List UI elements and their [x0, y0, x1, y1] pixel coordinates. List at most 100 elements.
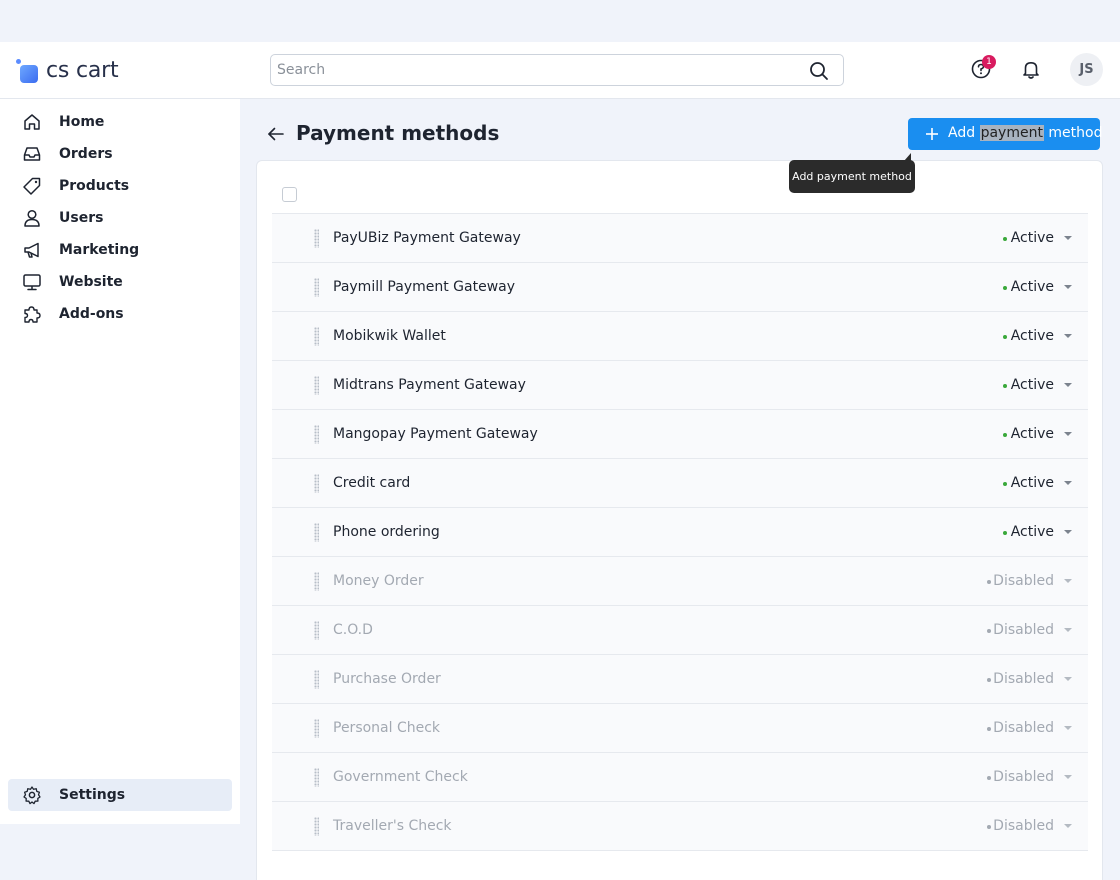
table-row[interactable]: Mangopay Payment Gateway Active: [272, 410, 1088, 459]
add-button-label: Add payment method: [948, 125, 1103, 141]
table-row[interactable]: Money Order Disabled: [272, 557, 1088, 606]
status-badge[interactable]: Disabled: [993, 720, 1054, 736]
monitor-icon: [23, 274, 41, 291]
tag-icon: [23, 177, 41, 195]
page-title: Payment methods: [296, 121, 500, 145]
drag-handle-icon[interactable]: [314, 817, 319, 836]
payment-method-name[interactable]: Purchase Order: [333, 671, 441, 687]
drag-handle-icon[interactable]: [314, 474, 319, 493]
table-row[interactable]: Traveller's Check Disabled: [272, 802, 1088, 851]
table-row[interactable]: C.O.D Disabled: [272, 606, 1088, 655]
chevron-down-icon[interactable]: [1064, 432, 1072, 436]
chevron-down-icon[interactable]: [1064, 824, 1072, 828]
plus-icon: [926, 128, 938, 140]
status-dot: [987, 825, 991, 829]
drag-handle-icon[interactable]: [314, 327, 319, 346]
table-row[interactable]: Paymill Payment Gateway Active: [272, 263, 1088, 312]
table-row[interactable]: Government Check Disabled: [272, 753, 1088, 802]
drag-handle-icon[interactable]: [314, 425, 319, 444]
payment-method-name[interactable]: Midtrans Payment Gateway: [333, 377, 526, 393]
table-row[interactable]: Credit card Active: [272, 459, 1088, 508]
status-badge[interactable]: Active: [1011, 524, 1054, 540]
back-arrow-icon[interactable]: [266, 125, 286, 143]
payment-method-name[interactable]: Mobikwik Wallet: [333, 328, 446, 344]
chevron-down-icon[interactable]: [1064, 285, 1072, 289]
logo[interactable]: cs cart: [16, 58, 119, 83]
chevron-down-icon[interactable]: [1064, 530, 1072, 534]
drag-handle-icon[interactable]: [314, 229, 319, 248]
payment-method-name[interactable]: Phone ordering: [333, 524, 440, 540]
payment-method-name[interactable]: Government Check: [333, 769, 468, 785]
sidebar-item-marketing[interactable]: Marketing: [8, 234, 232, 266]
sidebar-item-home[interactable]: Home: [8, 106, 232, 138]
drag-handle-icon[interactable]: [314, 719, 319, 738]
drag-handle-icon[interactable]: [314, 621, 319, 640]
drag-handle-icon[interactable]: [314, 278, 319, 297]
payment-method-name[interactable]: C.O.D: [333, 622, 373, 638]
payment-method-name[interactable]: Credit card: [333, 475, 410, 491]
megaphone-icon: [24, 242, 39, 258]
payment-method-name[interactable]: Mangopay Payment Gateway: [333, 426, 538, 442]
table-row[interactable]: Purchase Order Disabled: [272, 655, 1088, 704]
sidebar-item-label: Orders: [59, 146, 113, 162]
drag-handle-icon[interactable]: [314, 376, 319, 395]
sidebar-item-users[interactable]: Users: [8, 202, 232, 234]
sidebar-item-orders[interactable]: Orders: [8, 138, 232, 170]
notifications-button[interactable]: [1020, 58, 1042, 84]
payment-method-name[interactable]: PayUBiz Payment Gateway: [333, 230, 521, 246]
add-payment-method-button[interactable]: Add payment method: [908, 118, 1103, 150]
status-dot: [987, 776, 991, 780]
status-badge[interactable]: Disabled: [993, 622, 1054, 638]
status-badge[interactable]: Active: [1011, 426, 1054, 442]
avatar[interactable]: JS: [1070, 53, 1103, 86]
chevron-down-icon[interactable]: [1064, 579, 1072, 583]
chevron-down-icon[interactable]: [1064, 383, 1072, 387]
search-icon[interactable]: [809, 61, 829, 81]
status-badge[interactable]: Disabled: [993, 818, 1054, 834]
status-dot: [1003, 482, 1007, 486]
status-badge[interactable]: Active: [1011, 475, 1054, 491]
table-row[interactable]: Personal Check Disabled: [272, 704, 1088, 753]
payment-method-name[interactable]: Paymill Payment Gateway: [333, 279, 515, 295]
drag-handle-icon[interactable]: [314, 523, 319, 542]
drag-handle-icon[interactable]: [314, 572, 319, 591]
status-dot: [1003, 286, 1007, 290]
status-badge[interactable]: Disabled: [993, 671, 1054, 687]
sidebar-item-add-ons[interactable]: Add-ons: [8, 298, 232, 330]
chevron-down-icon[interactable]: [1064, 334, 1072, 338]
tooltip: Add payment method: [789, 153, 915, 193]
table-row[interactable]: Phone ordering Active: [272, 508, 1088, 557]
payment-method-name[interactable]: Money Order: [333, 573, 424, 589]
status-dot: [1003, 384, 1007, 388]
table-row[interactable]: Midtrans Payment Gateway Active: [272, 361, 1088, 410]
search-box: [270, 54, 844, 86]
status-badge[interactable]: Active: [1011, 377, 1054, 393]
select-all-checkbox[interactable]: [282, 187, 297, 202]
chevron-down-icon[interactable]: [1064, 628, 1072, 632]
status-badge[interactable]: Active: [1011, 328, 1054, 344]
status-dot: [1003, 433, 1007, 437]
drag-handle-icon[interactable]: [314, 670, 319, 689]
chevron-down-icon[interactable]: [1064, 236, 1072, 240]
chevron-down-icon[interactable]: [1064, 677, 1072, 681]
sidebar-item-products[interactable]: Products: [8, 170, 232, 202]
drag-handle-icon[interactable]: [314, 768, 319, 787]
table-row[interactable]: Mobikwik Wallet Active: [272, 312, 1088, 361]
chevron-down-icon[interactable]: [1064, 726, 1072, 730]
help-button[interactable]: 1: [970, 55, 996, 84]
chevron-down-icon[interactable]: [1064, 775, 1072, 779]
payment-method-name[interactable]: Personal Check: [333, 720, 440, 736]
search-input[interactable]: [271, 55, 791, 85]
status-badge[interactable]: Disabled: [993, 573, 1054, 589]
selected-text: payment: [979, 125, 1044, 141]
status-dot: [1003, 237, 1007, 241]
status-badge[interactable]: Active: [1011, 230, 1054, 246]
sidebar-item-label: Marketing: [59, 242, 140, 258]
payment-method-name[interactable]: Traveller's Check: [333, 818, 452, 834]
status-badge[interactable]: Disabled: [993, 769, 1054, 785]
sidebar-item-settings[interactable]: Settings: [8, 779, 232, 811]
chevron-down-icon[interactable]: [1064, 481, 1072, 485]
status-badge[interactable]: Active: [1011, 279, 1054, 295]
table-row[interactable]: PayUBiz Payment Gateway Active: [272, 214, 1088, 263]
sidebar-item-website[interactable]: Website: [8, 266, 232, 298]
